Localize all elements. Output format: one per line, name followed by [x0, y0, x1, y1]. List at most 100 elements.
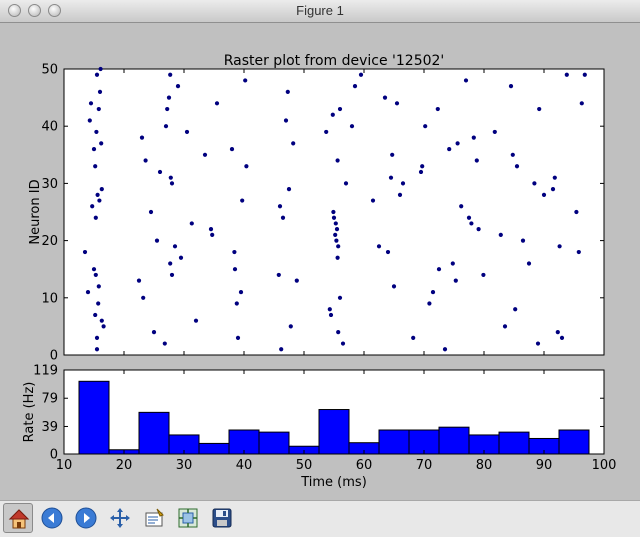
spike-point [559, 335, 565, 340]
spike-point [436, 267, 442, 272]
spike-point [229, 146, 235, 152]
spike-point [99, 141, 104, 146]
spike-point [382, 95, 388, 100]
subplots-button[interactable] [173, 503, 203, 533]
rate-ytick-label: 39 [41, 420, 58, 435]
spike-point [336, 244, 341, 249]
spike-point [552, 175, 557, 180]
spike-point [526, 261, 532, 266]
home-icon [8, 509, 30, 529]
rate-xtick-label: 40 [236, 458, 253, 473]
rate-xtick-label: 70 [416, 458, 433, 473]
spike-point [162, 341, 167, 346]
spike-point [541, 192, 547, 197]
spike-point [400, 181, 406, 186]
spike-point [151, 330, 157, 335]
spike-point [397, 192, 403, 197]
rate-bar [258, 431, 290, 455]
pan-button[interactable] [105, 503, 135, 533]
spike-point [476, 227, 481, 232]
spike-point [82, 249, 88, 255]
spike-point [175, 84, 181, 89]
figure-svg: Raster plot from device '12502' Neuron I… [0, 23, 640, 500]
spike-point [95, 192, 100, 197]
spike-point [208, 227, 214, 232]
rate-xtick-label: 60 [356, 458, 373, 473]
spike-point [394, 101, 400, 106]
spike-point [442, 347, 448, 352]
spike-point [88, 101, 94, 106]
zoom-rect-icon [145, 508, 164, 527]
spike-point [178, 255, 184, 260]
spike-point [388, 175, 394, 180]
spike-point [166, 95, 172, 100]
back-arrow-icon [41, 507, 63, 529]
home-button[interactable] [3, 503, 33, 533]
spike-point [335, 158, 340, 163]
rate-xtick-label: 50 [296, 458, 313, 473]
raster-axes: Raster plot from device '12502' Neuron I… [28, 53, 605, 364]
spike-point [447, 146, 452, 152]
spike-point [333, 221, 338, 226]
spike-point [96, 301, 101, 306]
spike-point [276, 272, 281, 278]
forward-button[interactable] [71, 503, 101, 533]
spike-point [418, 169, 424, 175]
spike-point [210, 232, 215, 237]
back-button[interactable] [37, 503, 67, 533]
rate-xtick-label: 100 [592, 458, 617, 473]
spike-point [87, 118, 92, 123]
spike-point [455, 141, 460, 146]
spike-point [96, 284, 101, 289]
spike-point [390, 152, 395, 157]
spike-point [94, 335, 100, 340]
spike-point [94, 129, 99, 135]
rate-xtick-label: 20 [116, 458, 133, 473]
spike-point [330, 112, 335, 117]
spike-point [331, 215, 337, 220]
spike-point [168, 72, 173, 77]
spike-point [343, 181, 349, 186]
spike-point [283, 118, 289, 123]
subplots-icon [178, 508, 198, 528]
spike-point [420, 164, 425, 169]
spike-point [99, 318, 104, 323]
spike-point [154, 238, 160, 243]
spike-point [163, 124, 169, 129]
figure-canvas[interactable]: Raster plot from device '12502' Neuron I… [0, 23, 640, 500]
spike-point [244, 164, 249, 169]
spike-point [334, 227, 340, 232]
rate-ylabel: Rate (Hz) [22, 382, 37, 443]
rate-bar [498, 431, 530, 455]
save-button[interactable] [207, 503, 237, 533]
spike-point [498, 232, 503, 237]
spike-point [279, 347, 284, 352]
spike-point [214, 101, 220, 106]
spike-point [232, 267, 238, 272]
rate-bar [78, 380, 110, 455]
spike-point [535, 341, 541, 346]
spike-point [277, 204, 283, 209]
raster-ytick-label: 30 [41, 177, 58, 192]
window-title: Figure 1 [296, 3, 344, 18]
spike-point [537, 106, 542, 112]
title-bar: Figure 1 [0, 0, 640, 23]
spike-point [91, 267, 97, 272]
raster-title: Raster plot from device '12502' [224, 53, 445, 69]
spike-point [169, 181, 175, 186]
rate-xtick-label: 80 [476, 458, 493, 473]
spike-point [469, 221, 474, 226]
spike-point [85, 289, 91, 295]
rate-bar [138, 411, 170, 455]
spike-point [94, 72, 100, 77]
spike-point [240, 198, 245, 203]
zoom-button[interactable] [139, 503, 169, 533]
spike-point [459, 204, 464, 209]
spike-point [238, 289, 244, 295]
spike-point [550, 187, 556, 192]
rate-bar [438, 426, 470, 455]
spike-point [291, 141, 296, 146]
rate-xtick-label: 30 [176, 458, 193, 473]
spike-point [168, 261, 173, 266]
spike-point [333, 232, 338, 237]
